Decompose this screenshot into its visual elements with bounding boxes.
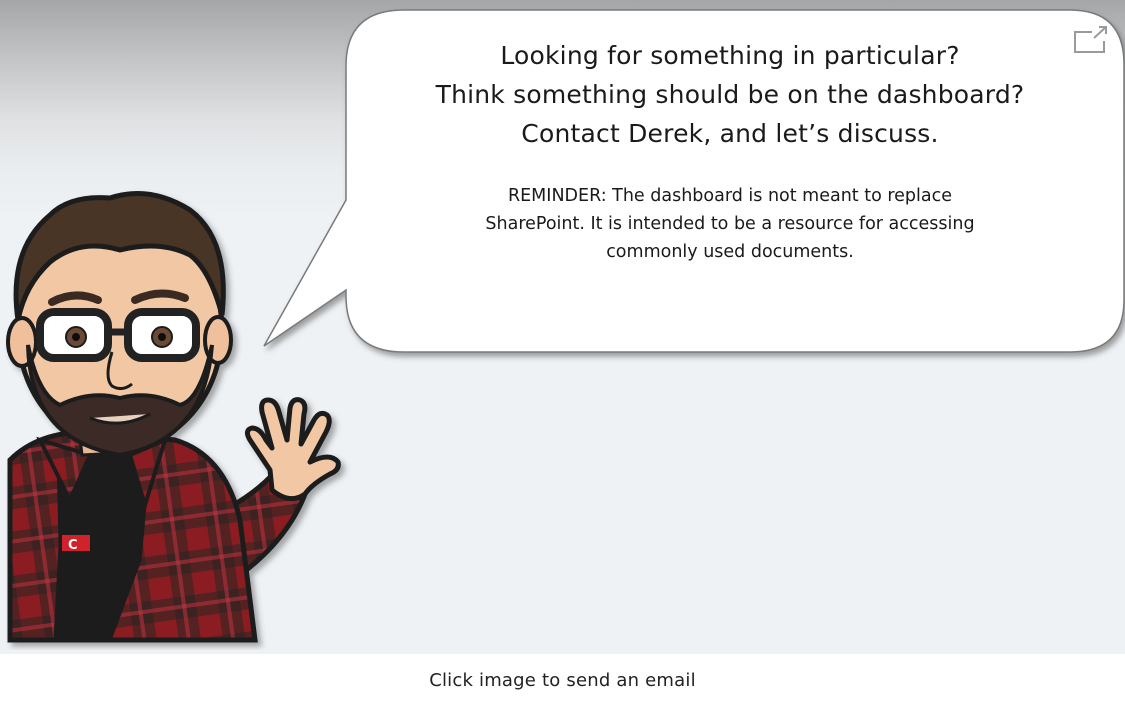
headline-line-1: Looking for something in particular? bbox=[500, 41, 960, 70]
open-in-new-window-icon[interactable] bbox=[1070, 24, 1110, 54]
bubble-text: Looking for something in particular? Thi… bbox=[350, 36, 1110, 266]
waving-man-avatar-icon: C bbox=[6, 191, 341, 643]
email-caption[interactable]: Click image to send an email bbox=[0, 670, 1125, 691]
reminder-text: REMINDER: The dashboard is not meant to … bbox=[370, 182, 1090, 266]
headline-line-2: Think something should be on the dashboa… bbox=[435, 80, 1025, 109]
svg-text:C: C bbox=[68, 538, 78, 553]
reminder-line-1: REMINDER: The dashboard is not meant to … bbox=[507, 186, 953, 206]
email-image-link[interactable]: Looking for something in particular? Thi… bbox=[0, 0, 1125, 654]
email-contact-tile: Looking for something in particular? Thi… bbox=[0, 0, 1125, 710]
reminder-line-3: commonly used documents. bbox=[606, 242, 854, 262]
headline-line-3: Contact Derek, and let’s discuss. bbox=[521, 119, 939, 148]
reminder-line-2: SharePoint. It is intended to be a resou… bbox=[485, 214, 975, 234]
